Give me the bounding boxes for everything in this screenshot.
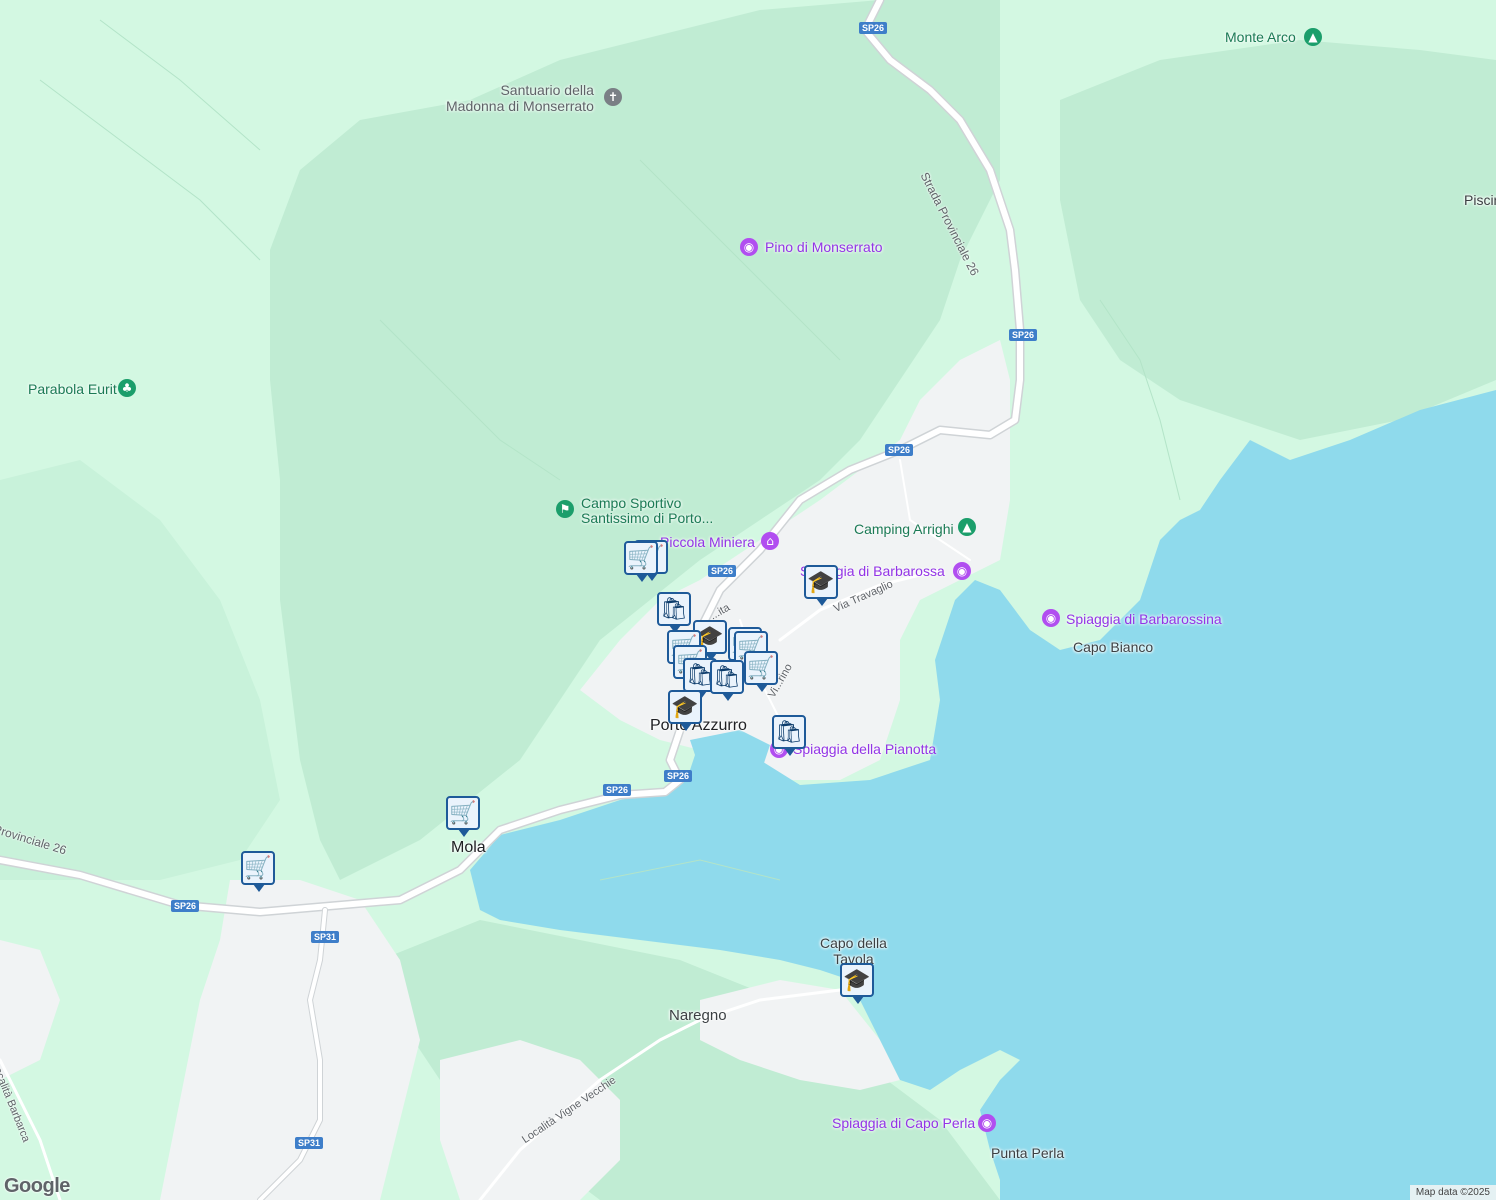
camera-icon[interactable]: ◉ [740,238,758,256]
camera-icon[interactable]: ◉ [1042,609,1060,627]
place-label-naregno[interactable]: Naregno [669,1007,727,1024]
road-shield-sp26: SP26 [664,770,693,782]
road-shield-sp26: SP26 [859,22,888,34]
google-logo[interactable]: Google [4,1175,70,1198]
poi-label-campo-sportivo[interactable]: Campo Sportivo Santissimo di Porto... [581,496,713,526]
shopping-cart-icon[interactable]: 🛒 [624,541,658,582]
graduation-cap-icon[interactable]: 🎓 [804,565,838,606]
place-label-mola[interactable]: Mola [451,839,486,857]
poi-label-monte-arco[interactable]: Monte Arco [1225,29,1296,45]
tree-icon[interactable]: ♣ [118,379,136,397]
church-icon[interactable]: ✝ [604,88,622,106]
camera-icon[interactable]: ◉ [978,1114,996,1132]
camera-icon[interactable]: ◉ [953,562,971,580]
place-label-capo-bianco[interactable]: Capo Bianco [1073,639,1153,655]
museum-icon[interactable]: ⌂ [761,532,779,550]
road-shield-sp26: SP26 [708,565,737,577]
peak-icon[interactable]: ▲ [1304,28,1322,46]
shopping-cart-icon[interactable]: 🛒 [744,651,778,692]
shopping-bag-icon[interactable]: 🛍 [710,660,744,701]
graduation-cap-icon[interactable]: 🎓 [668,690,702,731]
map-attribution[interactable]: Map data ©2025 [1409,1185,1496,1200]
shopping-bag-icon[interactable]: 🛍 [657,592,691,633]
shopping-cart-icon[interactable]: 🛒 [446,796,480,837]
poi-label-parabola-eurit[interactable]: Parabola Eurit [28,381,117,397]
road-shield-sp26: SP26 [171,900,200,912]
road-shield-sp31: SP31 [295,1137,324,1149]
poi-label-spiaggia-capo-perla[interactable]: Spiaggia di Capo Perla [832,1115,975,1131]
poi-label-camping-arrighi[interactable]: Camping Arrighi [854,521,954,537]
map-canvas[interactable] [0,0,1496,1200]
road-shield-sp26: SP26 [885,444,914,456]
road-shield-sp31: SP31 [311,931,340,943]
road-shield-sp26: SP26 [603,784,632,796]
stadium-icon[interactable]: ⚑ [556,500,574,518]
poi-label-pino-di-monserrato[interactable]: Pino di Monserrato [765,239,883,255]
shopping-bag-icon[interactable]: 🛍 [772,715,806,756]
poi-label-spiaggia-pianotta[interactable]: Spiaggia della Pianotta [793,741,936,757]
graduation-cap-icon[interactable]: 🎓 [840,963,874,1004]
shopping-cart-icon[interactable]: 🛒 [241,851,275,892]
camping-icon[interactable]: ▲ [958,518,976,536]
road-shield-sp26: SP26 [1009,329,1038,341]
poi-label-spiaggia-barbarossina[interactable]: Spiaggia di Barbarossina [1066,611,1222,627]
poi-label-santuario[interactable]: Santuario della Madonna di Monserrato [446,82,594,114]
poi-label-piccola-miniera[interactable]: Piccola Miniera [660,534,755,550]
place-label-punta-perla[interactable]: Punta Perla [991,1145,1064,1161]
place-label-piscin[interactable]: Piscin [1464,192,1496,208]
